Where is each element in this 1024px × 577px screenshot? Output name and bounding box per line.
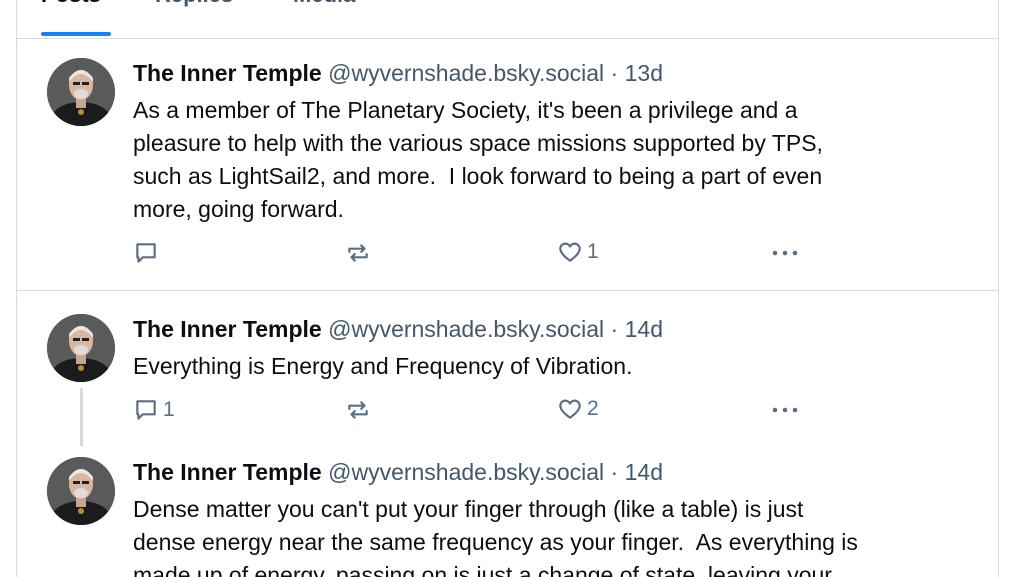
avatar-image xyxy=(47,58,115,126)
repost-icon xyxy=(348,401,368,419)
avatar-image xyxy=(47,457,115,525)
post-header: The Inner Temple @wyvernshade.bsky.socia… xyxy=(133,459,663,486)
post-text: As a member of The Planetary Society, it… xyxy=(133,97,823,222)
post-feed: Posts Replies Media The Inner Temple @wy… xyxy=(16,0,999,577)
tab-media[interactable]: Media xyxy=(293,0,355,8)
avatar[interactable] xyxy=(47,58,115,126)
post-time[interactable]: 14d xyxy=(625,316,663,342)
reply-button[interactable]: 1 xyxy=(133,397,175,423)
comment-icon xyxy=(136,400,156,420)
author-handle[interactable]: @wyvernshade.bsky.social xyxy=(328,459,604,485)
post-header: The Inner Temple @wyvernshade.bsky.socia… xyxy=(133,60,663,87)
author-name[interactable]: The Inner Temple xyxy=(133,60,322,86)
active-tab-indicator xyxy=(41,32,111,36)
avatar-image xyxy=(47,314,115,382)
time-separator: · xyxy=(610,459,619,485)
author-handle[interactable]: @wyvernshade.bsky.social xyxy=(328,316,604,342)
post-header: The Inner Temple @wyvernshade.bsky.socia… xyxy=(133,316,663,343)
like-count: 2 xyxy=(587,397,599,420)
comment-icon xyxy=(136,243,156,263)
repost-button[interactable] xyxy=(345,397,375,423)
more-options-button[interactable] xyxy=(769,240,801,266)
post-text: Everything is Energy and Frequency of Vi… xyxy=(133,353,633,379)
repost-icon xyxy=(348,244,368,262)
post-text: Dense matter you can't put your finger t… xyxy=(133,496,858,577)
author-handle[interactable]: @wyvernshade.bsky.social xyxy=(328,60,604,86)
post-divider xyxy=(17,290,998,291)
more-options-button[interactable] xyxy=(769,397,801,423)
heart-icon xyxy=(559,242,581,262)
post-time[interactable]: 13d xyxy=(625,60,663,86)
avatar[interactable] xyxy=(47,314,115,382)
tab-replies[interactable]: Replies xyxy=(155,0,233,8)
author-name[interactable]: The Inner Temple xyxy=(133,316,322,342)
thread-connector-line xyxy=(80,388,83,446)
time-separator: · xyxy=(610,316,619,342)
post-time[interactable]: 14d xyxy=(625,459,663,485)
tab-posts[interactable]: Posts xyxy=(41,0,101,8)
author-name[interactable]: The Inner Temple xyxy=(133,459,322,485)
reply-button[interactable] xyxy=(133,240,163,266)
like-button[interactable]: 1 xyxy=(557,239,599,265)
ellipsis-icon xyxy=(772,407,798,413)
reply-count: 1 xyxy=(163,398,175,421)
avatar[interactable] xyxy=(47,457,115,525)
profile-tabs: Posts Replies Media xyxy=(17,0,998,39)
like-count: 1 xyxy=(587,240,599,263)
like-button[interactable]: 2 xyxy=(557,396,599,422)
repost-button[interactable] xyxy=(345,240,375,266)
time-separator: · xyxy=(610,60,619,86)
ellipsis-icon xyxy=(772,250,798,256)
heart-icon xyxy=(559,399,581,419)
